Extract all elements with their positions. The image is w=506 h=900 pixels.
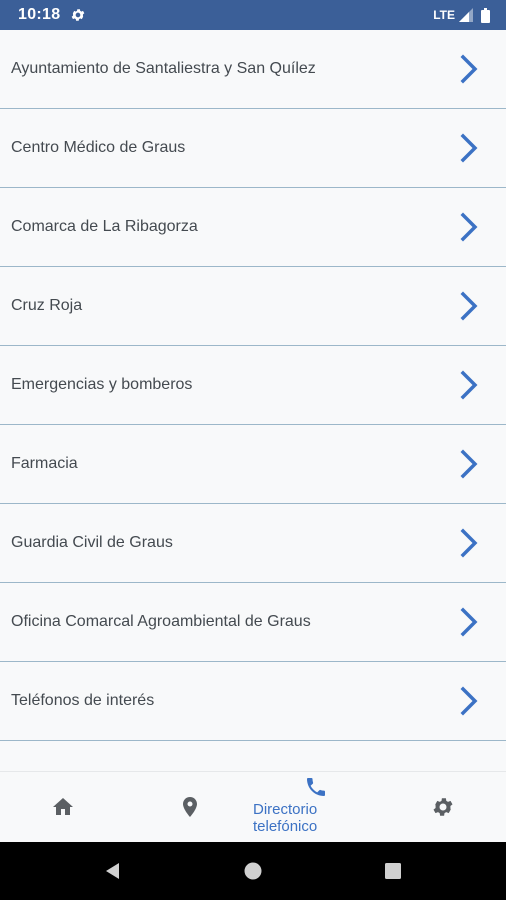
recents-square-icon (385, 863, 401, 879)
system-navigation-bar (0, 842, 506, 900)
back-button[interactable] (43, 861, 183, 881)
settings-status-icon (72, 9, 85, 21)
location-pin-icon (182, 797, 197, 817)
directory-item[interactable]: Cruz Roja (0, 267, 506, 346)
chevron-right-icon (460, 133, 478, 163)
home-circle-icon (244, 862, 262, 880)
chevron-right-icon (460, 291, 478, 321)
directory-item[interactable]: Oficina Comarcal Agroambiental de Graus (0, 583, 506, 662)
chevron-right-icon (460, 528, 478, 558)
directory-item[interactable]: Teléfonos de interés (0, 662, 506, 741)
directory-item[interactable]: Comarca de La Ribagorza (0, 188, 506, 267)
chevron-right-icon (460, 370, 478, 400)
directory-item[interactable]: Guardia Civil de Graus (0, 504, 506, 583)
directory-item[interactable]: Farmacia (0, 425, 506, 504)
directory-item-label: Emergencias y bomberos (11, 376, 193, 393)
directory-item-label: Guardia Civil de Graus (11, 534, 173, 551)
chevron-right-icon (460, 449, 478, 479)
directory-item-label: Cruz Roja (11, 297, 83, 314)
nav-location[interactable] (127, 772, 254, 842)
chevron-right-icon (460, 212, 478, 242)
recents-button[interactable] (323, 861, 463, 881)
directory-item[interactable]: Emergencias y bomberos (0, 346, 506, 425)
bottom-navigation: Directorio telefónico (0, 771, 506, 842)
directory-item-label: Teléfonos de interés (11, 692, 155, 709)
directory-item-label: Oficina Comarcal Agroambiental de Graus (11, 613, 311, 630)
directory-item-label: Comarca de La Ribagorza (11, 218, 198, 235)
home-icon (53, 798, 74, 815)
network-type: LTE (433, 8, 455, 22)
chevron-right-icon (460, 54, 478, 84)
directory-item[interactable]: Ayuntamiento de Santaliestra y San Quíle… (0, 30, 506, 109)
directory-item-label: Centro Médico de Graus (11, 139, 186, 156)
directory-item[interactable]: Centro Médico de Graus (0, 109, 506, 188)
gear-icon (433, 798, 453, 816)
back-triangle-icon (106, 863, 119, 879)
chevron-right-icon (460, 686, 478, 716)
phone-directory-list: Ayuntamiento de Santaliestra y San Quíle… (0, 30, 506, 771)
nav-settings[interactable] (380, 772, 506, 842)
status-bar: 10:18 LTE (0, 0, 506, 30)
status-indicators: LTE (433, 7, 490, 23)
battery-icon (481, 7, 490, 23)
signal-icon (459, 8, 473, 22)
phone-icon (307, 778, 326, 796)
directory-item-label: Ayuntamiento de Santaliestra y San Quíle… (11, 60, 316, 77)
status-time: 10:18 (18, 6, 61, 23)
nav-phone-directory-label: Directorio telefónico (253, 801, 318, 835)
home-button[interactable] (183, 861, 323, 881)
chevron-right-icon (460, 607, 478, 637)
nav-phone-directory[interactable]: Directorio telefónico (253, 772, 380, 842)
directory-item-label: Farmacia (11, 455, 78, 472)
nav-home[interactable] (0, 772, 127, 842)
